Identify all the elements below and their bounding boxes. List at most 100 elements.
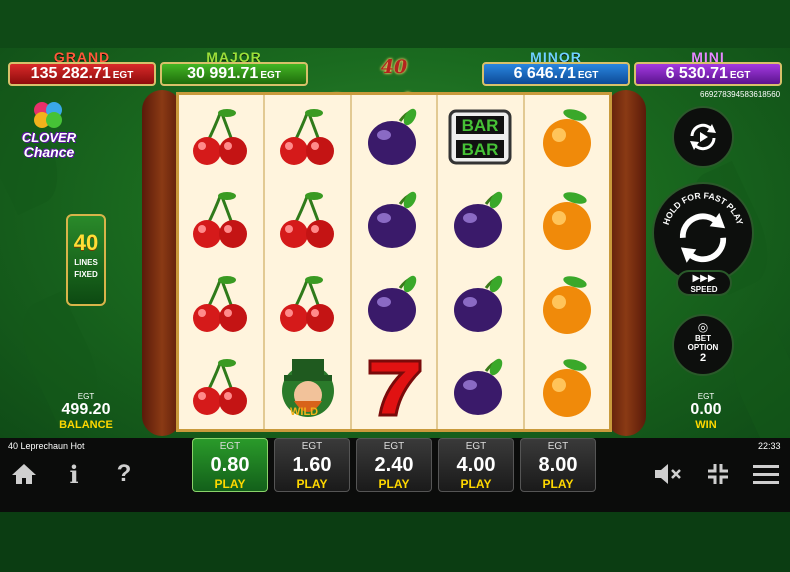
bet-option-label-1: BET	[695, 334, 711, 343]
footer-clock: 22:33	[758, 441, 781, 451]
orange-symbol	[525, 262, 609, 346]
jackpot-grand-value: 135 282.71	[30, 65, 111, 82]
reel-1	[179, 95, 266, 430]
bet-option-value: 2	[699, 352, 707, 364]
fullscreen-button[interactable]	[698, 454, 738, 494]
svg-text:BAR: BAR	[462, 140, 499, 159]
cherry-icon	[193, 359, 248, 416]
svg-text:WILD: WILD	[290, 406, 318, 418]
plum-symbol	[352, 95, 436, 179]
reel-scroll-right	[606, 90, 646, 436]
leprechaun-wild-symbol: WILD	[265, 346, 349, 430]
seven-symbol	[352, 346, 436, 430]
bet-value: 0.80	[210, 454, 250, 476]
reels-area: WILD BAR BAR	[176, 92, 612, 432]
lines-label-1: LINES	[74, 258, 98, 267]
top-strip	[0, 0, 790, 48]
jackpot-grand: GRAND 135 282.71 EGT	[8, 50, 156, 86]
seven-icon	[368, 359, 422, 417]
menu-button[interactable]	[746, 454, 786, 494]
help-button[interactable]: ?	[104, 454, 144, 494]
win-label: WIN	[695, 419, 717, 431]
cherry-symbol	[179, 95, 263, 179]
cherry-symbol	[265, 179, 349, 263]
leprechaun-wild-icon: WILD	[281, 359, 334, 418]
speed-label: SPEED	[690, 285, 718, 294]
clover-chance-line1: CLOVER	[21, 130, 77, 145]
bet-currency: EGT	[547, 441, 569, 452]
autoplay-button[interactable]	[672, 106, 734, 168]
bet-button-1[interactable]: EGT 0.80 PLAY	[192, 438, 268, 492]
jackpot-minor-currency: EGT	[577, 70, 599, 81]
jackpot-minor-value: 6 646.71	[513, 65, 576, 82]
balance-value: 499.20	[61, 401, 111, 418]
lines-label-2: FIXED	[74, 270, 98, 279]
balance-currency: EGT	[77, 392, 95, 401]
plum-symbol	[352, 179, 436, 263]
bet-value: 2.40	[374, 454, 414, 476]
menu-icon	[753, 465, 779, 484]
orange-icon	[542, 359, 591, 418]
bet-button-3[interactable]: EGT 2.40 PLAY	[356, 438, 432, 492]
win-display: EGT 0.00 WIN	[670, 392, 742, 431]
fast-forward-icon: ▶▶▶	[692, 273, 716, 284]
plum-icon	[454, 275, 503, 332]
reel-5	[525, 95, 609, 429]
bet-play-label: PLAY	[378, 477, 410, 491]
plum-symbol	[438, 346, 522, 430]
jackpot-minor-box: 6 646.71 EGT	[482, 62, 630, 86]
balance-label: BALANCE	[59, 419, 113, 431]
plum-icon	[454, 359, 503, 416]
bet-play-label: PLAY	[542, 477, 574, 491]
jackpot-mini-box: 6 530.71 EGT	[634, 62, 782, 86]
jackpot-mini: MINI 6 530.71 EGT	[634, 50, 782, 86]
plum-symbol	[438, 262, 522, 346]
hold-for-fast-play-label: HOLD FOR FAST PLAY	[661, 190, 745, 226]
clover-chance-line2: Chance	[23, 144, 75, 160]
info-button[interactable]: i	[54, 454, 94, 494]
bet-button-5[interactable]: EGT 8.00 PLAY	[520, 438, 596, 492]
spin-icon: HOLD FOR FAST PLAY	[661, 190, 745, 263]
clover-chance-logo: CLOVER Chance	[14, 98, 84, 162]
orange-symbol	[525, 95, 609, 179]
footer-game-name: 40 Leprechaun Hot	[8, 441, 85, 451]
orange-symbol	[525, 179, 609, 263]
mute-icon	[655, 464, 681, 484]
bet-play-label: PLAY	[214, 477, 246, 491]
bet-value: 8.00	[538, 454, 578, 476]
bet-currency: EGT	[301, 441, 323, 452]
jackpot-major-box: 30 991.71 EGT	[160, 62, 308, 86]
orange-icon	[542, 276, 591, 334]
lines-indicator: 40 LINES FIXED	[66, 214, 106, 306]
sound-button[interactable]	[648, 454, 688, 494]
bet-button-2[interactable]: EGT 1.60 PLAY	[274, 438, 350, 492]
plum-symbol	[438, 179, 522, 263]
svg-text:HOLD FOR FAST PLAY: HOLD FOR FAST PLAY	[661, 190, 745, 226]
jackpot-major: MAJOR 30 991.71 EGT	[160, 50, 308, 86]
bet-button-4[interactable]: EGT 4.00 PLAY	[438, 438, 514, 492]
spin-button[interactable]: HOLD FOR FAST PLAY	[652, 182, 754, 284]
jackpot-major-value: 30 991.71	[187, 65, 259, 82]
reel-2: WILD	[265, 95, 352, 430]
autoplay-icon	[690, 123, 716, 151]
cherry-icon	[279, 192, 334, 249]
bet-play-label: PLAY	[296, 477, 328, 491]
cherry-symbol	[179, 346, 263, 430]
bet-value: 4.00	[456, 454, 496, 476]
speed-button[interactable]: ▶▶▶ SPEED	[676, 270, 732, 296]
cherry-icon	[193, 275, 248, 332]
home-button[interactable]	[4, 454, 44, 494]
plum-icon	[368, 275, 417, 332]
jackpot-grand-box: 135 282.71 EGT	[8, 62, 156, 86]
bet-option-button[interactable]: ◎ BET OPTION 2	[672, 314, 734, 376]
info-icon: i	[69, 459, 79, 489]
balance-display: EGT 499.20 BALANCE	[50, 392, 122, 431]
game-logo: 40 Leprechaun Hot	[331, 56, 457, 146]
orange-icon	[542, 192, 591, 251]
plum-icon	[368, 108, 417, 165]
bottom-padding	[0, 512, 790, 572]
reel-3	[352, 95, 439, 430]
cherry-symbol	[265, 95, 349, 179]
win-currency: EGT	[697, 392, 715, 401]
jackpot-grand-currency: EGT	[112, 70, 134, 81]
